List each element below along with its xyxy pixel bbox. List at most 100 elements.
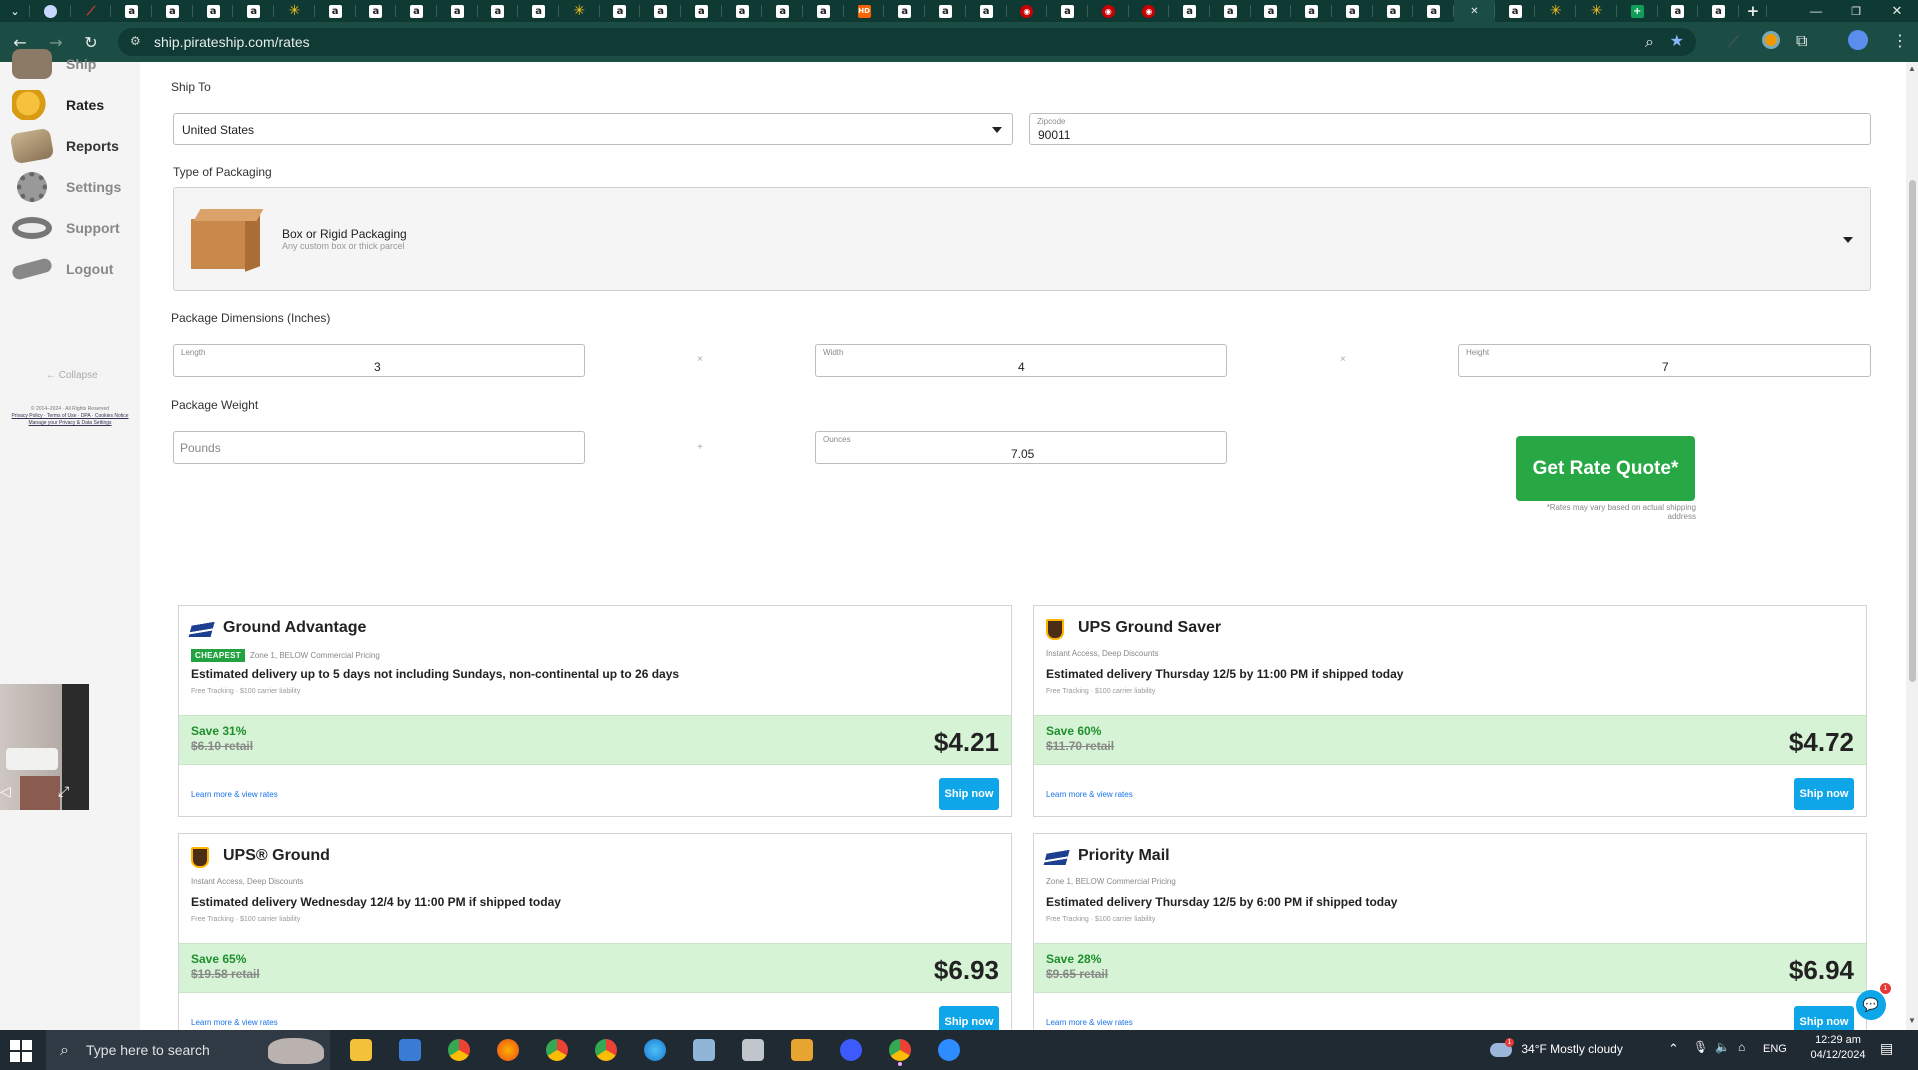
extension-icon[interactable] bbox=[1762, 31, 1780, 49]
width-field[interactable]: Width 4 bbox=[815, 344, 1227, 377]
sidebar-item-logout[interactable]: Logout bbox=[10, 249, 140, 289]
scrollbar-thumb[interactable] bbox=[1909, 180, 1916, 682]
browser-tab[interactable]: a bbox=[1047, 0, 1088, 22]
browser-tab[interactable]: ✳ bbox=[559, 0, 600, 22]
file-explorer-icon[interactable] bbox=[350, 1039, 372, 1061]
clock[interactable]: 12:29 am 04/12/2024 bbox=[1800, 1034, 1876, 1061]
language-indicator[interactable]: ENG bbox=[1763, 1043, 1787, 1055]
browser-tab[interactable]: a bbox=[1291, 0, 1332, 22]
browser-tab[interactable]: a bbox=[884, 0, 925, 22]
browser-tab[interactable]: a bbox=[1332, 0, 1373, 22]
store-icon[interactable] bbox=[399, 1039, 421, 1061]
notifications-icon[interactable]: ▤ bbox=[1880, 1040, 1893, 1057]
browser-tab[interactable]: a bbox=[1373, 0, 1414, 22]
browser-tab[interactable]: a bbox=[640, 0, 681, 22]
browser-tab[interactable]: ✳ bbox=[1535, 0, 1576, 22]
scroll-up-icon[interactable]: ▲ bbox=[1908, 64, 1916, 73]
paint-icon[interactable] bbox=[742, 1039, 764, 1061]
restore-button[interactable]: ❐ bbox=[1836, 0, 1876, 22]
video-overlay[interactable]: ◁ ⤢ bbox=[0, 684, 89, 810]
sidebar-item-ship[interactable]: Ship bbox=[12, 44, 140, 84]
sidebar-item-support[interactable]: Support bbox=[12, 208, 140, 248]
sidebar-item-settings[interactable]: Settings bbox=[12, 167, 140, 207]
ship-now-button[interactable]: Ship now bbox=[939, 778, 999, 810]
microphone-icon[interactable]: 🎙 bbox=[1693, 1040, 1708, 1054]
chrome-icon[interactable] bbox=[546, 1039, 568, 1061]
firefox-icon[interactable] bbox=[497, 1039, 519, 1061]
sidebar-item-rates[interactable]: Rates bbox=[12, 85, 140, 125]
network-icon[interactable]: ⌂ bbox=[1738, 1040, 1745, 1054]
length-field[interactable]: Length 3 bbox=[173, 344, 585, 377]
browser-tab[interactable]: ✳ bbox=[1576, 0, 1617, 22]
bookmark-star-icon[interactable]: ★ bbox=[1670, 31, 1684, 50]
packaging-select[interactable]: Box or Rigid Packaging Any custom box or… bbox=[173, 187, 1871, 291]
browser-tab[interactable]: a bbox=[1698, 0, 1739, 22]
browser-tab[interactable]: ◉ bbox=[1007, 0, 1048, 22]
ounces-field[interactable]: Ounces 7.05 bbox=[815, 431, 1227, 464]
expand-icon[interactable]: ⤢ bbox=[58, 784, 69, 800]
browser-tab[interactable]: a bbox=[111, 0, 152, 22]
browser-tab[interactable] bbox=[30, 0, 71, 22]
browser-tab[interactable]: a bbox=[518, 0, 559, 22]
learn-more-link[interactable]: Learn more & view rates bbox=[1046, 1018, 1133, 1027]
scroll-down-icon[interactable]: ▼ bbox=[1908, 1016, 1916, 1025]
browser-tab[interactable]: + bbox=[1617, 0, 1658, 22]
browser-tab[interactable]: a bbox=[925, 0, 966, 22]
browser-tab[interactable]: a bbox=[1658, 0, 1699, 22]
pounds-field[interactable]: Pounds bbox=[173, 431, 585, 464]
menu-icon[interactable]: ⋮ bbox=[1892, 31, 1908, 50]
app-icon[interactable] bbox=[840, 1039, 862, 1061]
browser-tab[interactable]: a bbox=[681, 0, 722, 22]
tab-active[interactable]: ✕ bbox=[1454, 0, 1495, 22]
app-icon[interactable] bbox=[791, 1039, 813, 1061]
minimize-button[interactable]: — bbox=[1796, 0, 1836, 22]
browser-tab[interactable]: a bbox=[1169, 0, 1210, 22]
country-select[interactable]: United States bbox=[173, 113, 1013, 145]
browser-tab[interactable]: a bbox=[966, 0, 1007, 22]
extension-pin-icon[interactable]: ⟋ bbox=[1728, 32, 1739, 52]
privacy-settings-link[interactable]: Manage your Privacy & Data Settings bbox=[8, 420, 132, 427]
extensions-puzzle-icon[interactable]: ⧉ bbox=[1796, 31, 1807, 51]
profile-avatar[interactable] bbox=[1848, 30, 1868, 50]
learn-more-link[interactable]: Learn more & view rates bbox=[1046, 790, 1133, 799]
edge-icon[interactable] bbox=[644, 1039, 666, 1061]
browser-tab[interactable]: a bbox=[803, 0, 844, 22]
tab-search-button[interactable]: ⌄ bbox=[0, 0, 30, 22]
browser-tab[interactable]: ✳ bbox=[274, 0, 315, 22]
legal-links[interactable]: Privacy Policy · Terms of Use · DPA · Co… bbox=[8, 413, 132, 420]
zipcode-field[interactable]: Zipcode 90011 bbox=[1029, 113, 1871, 145]
close-icon[interactable]: ✕ bbox=[1468, 5, 1481, 18]
browser-tab[interactable]: HD bbox=[844, 0, 885, 22]
browser-tab[interactable]: a bbox=[437, 0, 478, 22]
zoom-app-icon[interactable] bbox=[938, 1039, 960, 1061]
tray-chevron-icon[interactable]: ⌃ bbox=[1668, 1041, 1679, 1057]
browser-tab[interactable]: a bbox=[762, 0, 803, 22]
zoom-icon[interactable]: ⌕ bbox=[1645, 32, 1654, 52]
height-field[interactable]: Height 7 bbox=[1458, 344, 1871, 377]
notepad-icon[interactable] bbox=[693, 1039, 715, 1061]
browser-tab[interactable]: a bbox=[1210, 0, 1251, 22]
ship-now-button[interactable]: Ship now bbox=[1794, 778, 1854, 810]
chrome-icon[interactable] bbox=[448, 1039, 470, 1061]
browser-tab[interactable]: a bbox=[193, 0, 234, 22]
browser-tab[interactable]: a bbox=[152, 0, 193, 22]
browser-tab[interactable]: a bbox=[315, 0, 356, 22]
taskbar-search[interactable]: ⌕ Type here to search bbox=[46, 1030, 330, 1070]
chrome-active-icon[interactable] bbox=[889, 1039, 911, 1061]
browser-tab[interactable]: a bbox=[1495, 0, 1536, 22]
sidebar-item-reports[interactable]: Reports bbox=[9, 126, 140, 166]
get-rate-quote-button[interactable]: Get Rate Quote* bbox=[1516, 436, 1695, 501]
mute-icon[interactable]: ◁ bbox=[0, 784, 11, 800]
browser-tab[interactable]: a bbox=[1251, 0, 1292, 22]
collapse-button[interactable]: ← Collapse bbox=[46, 370, 98, 381]
browser-tab[interactable]: a bbox=[396, 0, 437, 22]
start-button[interactable] bbox=[10, 1040, 32, 1062]
browser-tab[interactable]: ⟋ bbox=[71, 0, 112, 22]
learn-more-link[interactable]: Learn more & view rates bbox=[191, 1018, 278, 1027]
browser-tab[interactable]: a bbox=[1413, 0, 1454, 22]
browser-tab[interactable]: a bbox=[356, 0, 397, 22]
chat-button[interactable]: 💬 bbox=[1856, 990, 1886, 1020]
browser-tab[interactable]: a bbox=[600, 0, 641, 22]
address-bar[interactable]: ⚙ ship.pirateship.com/rates ⌕ ★ bbox=[118, 28, 1696, 56]
browser-tab[interactable]: a bbox=[478, 0, 519, 22]
